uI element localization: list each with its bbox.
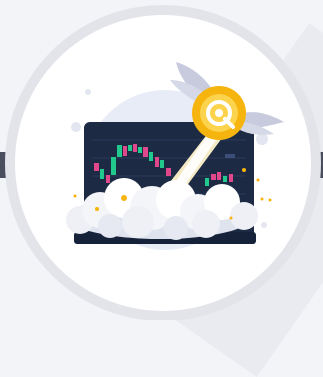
rocket-coin-icon	[192, 86, 246, 140]
illustration-stage	[0, 0, 323, 377]
hero-illustration	[5, 5, 321, 320]
